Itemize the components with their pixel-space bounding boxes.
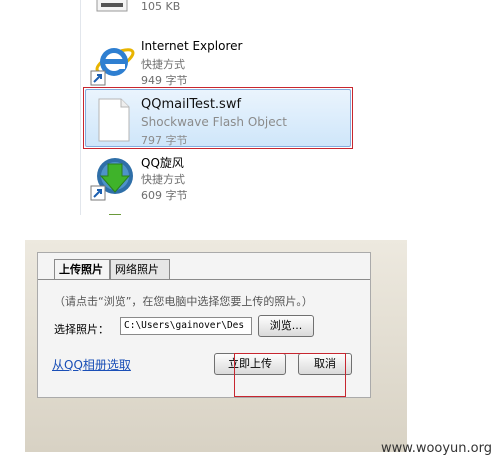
browse-button[interactable]: 浏览... — [258, 315, 314, 337]
tab-divider — [38, 279, 370, 280]
qq-album-link[interactable]: 从QQ相册选取 — [52, 356, 131, 373]
tab-web-photo[interactable]: 网络照片 — [110, 259, 170, 279]
file-row-qq-xuanfeng[interactable]: QQ旋风 快捷方式 609 字节 — [85, 148, 353, 206]
file-name: QQ旋风 — [141, 156, 184, 170]
file-icon — [89, 212, 137, 215]
watermark: www.wooyun.org — [380, 441, 492, 456]
file-type: Shockwave Flash Object — [141, 115, 287, 129]
file-icon — [89, 0, 137, 15]
file-row-internet-explorer[interactable]: Internet Explorer 快捷方式 949 字节 — [85, 33, 353, 91]
tab-upload-photo[interactable]: 上传照片 — [54, 259, 110, 280]
file-size: 949 字节 — [141, 74, 188, 87]
qq-xuanfeng-icon — [89, 154, 137, 202]
internet-explorer-icon — [89, 39, 137, 87]
file-size: 797 字节 — [141, 134, 188, 147]
panel-divider — [80, 0, 81, 215]
file-row-qqmailtest-swf[interactable]: QQmailTest.swf Shockwave Flash Object 79… — [83, 87, 353, 149]
file-type: 快捷方式 — [141, 173, 185, 186]
file-name: QQmailTest.swf — [141, 97, 242, 112]
upload-dialog: 上传照片 网络照片 （请点击“浏览”，在您电脑中选择您要上传的照片。） 选择照片… — [37, 252, 371, 398]
file-size: 609 字节 — [141, 189, 188, 202]
upload-photo-area: 上传照片 网络照片 （请点击“浏览”，在您电脑中选择您要上传的照片。） 选择照片… — [25, 240, 407, 452]
file-name: Internet Explorer — [141, 39, 243, 53]
annotation-box — [234, 353, 346, 397]
file-row-partial[interactable] — [85, 206, 353, 215]
file-path-input[interactable]: C:\Users\gainover\Des — [120, 317, 252, 335]
file-row-partial[interactable]: 105 KB — [85, 0, 353, 19]
upload-hint: （请点击“浏览”，在您电脑中选择您要上传的照片。） — [54, 295, 313, 308]
swf-file-icon — [89, 95, 137, 143]
file-size: 105 KB — [141, 0, 181, 13]
file-list-panel: 105 KB Internet Explorer 快捷方式 949 字节 QQm… — [25, 0, 420, 215]
file-type: 快捷方式 — [141, 58, 185, 71]
choose-photo-label: 选择照片： — [54, 323, 109, 336]
